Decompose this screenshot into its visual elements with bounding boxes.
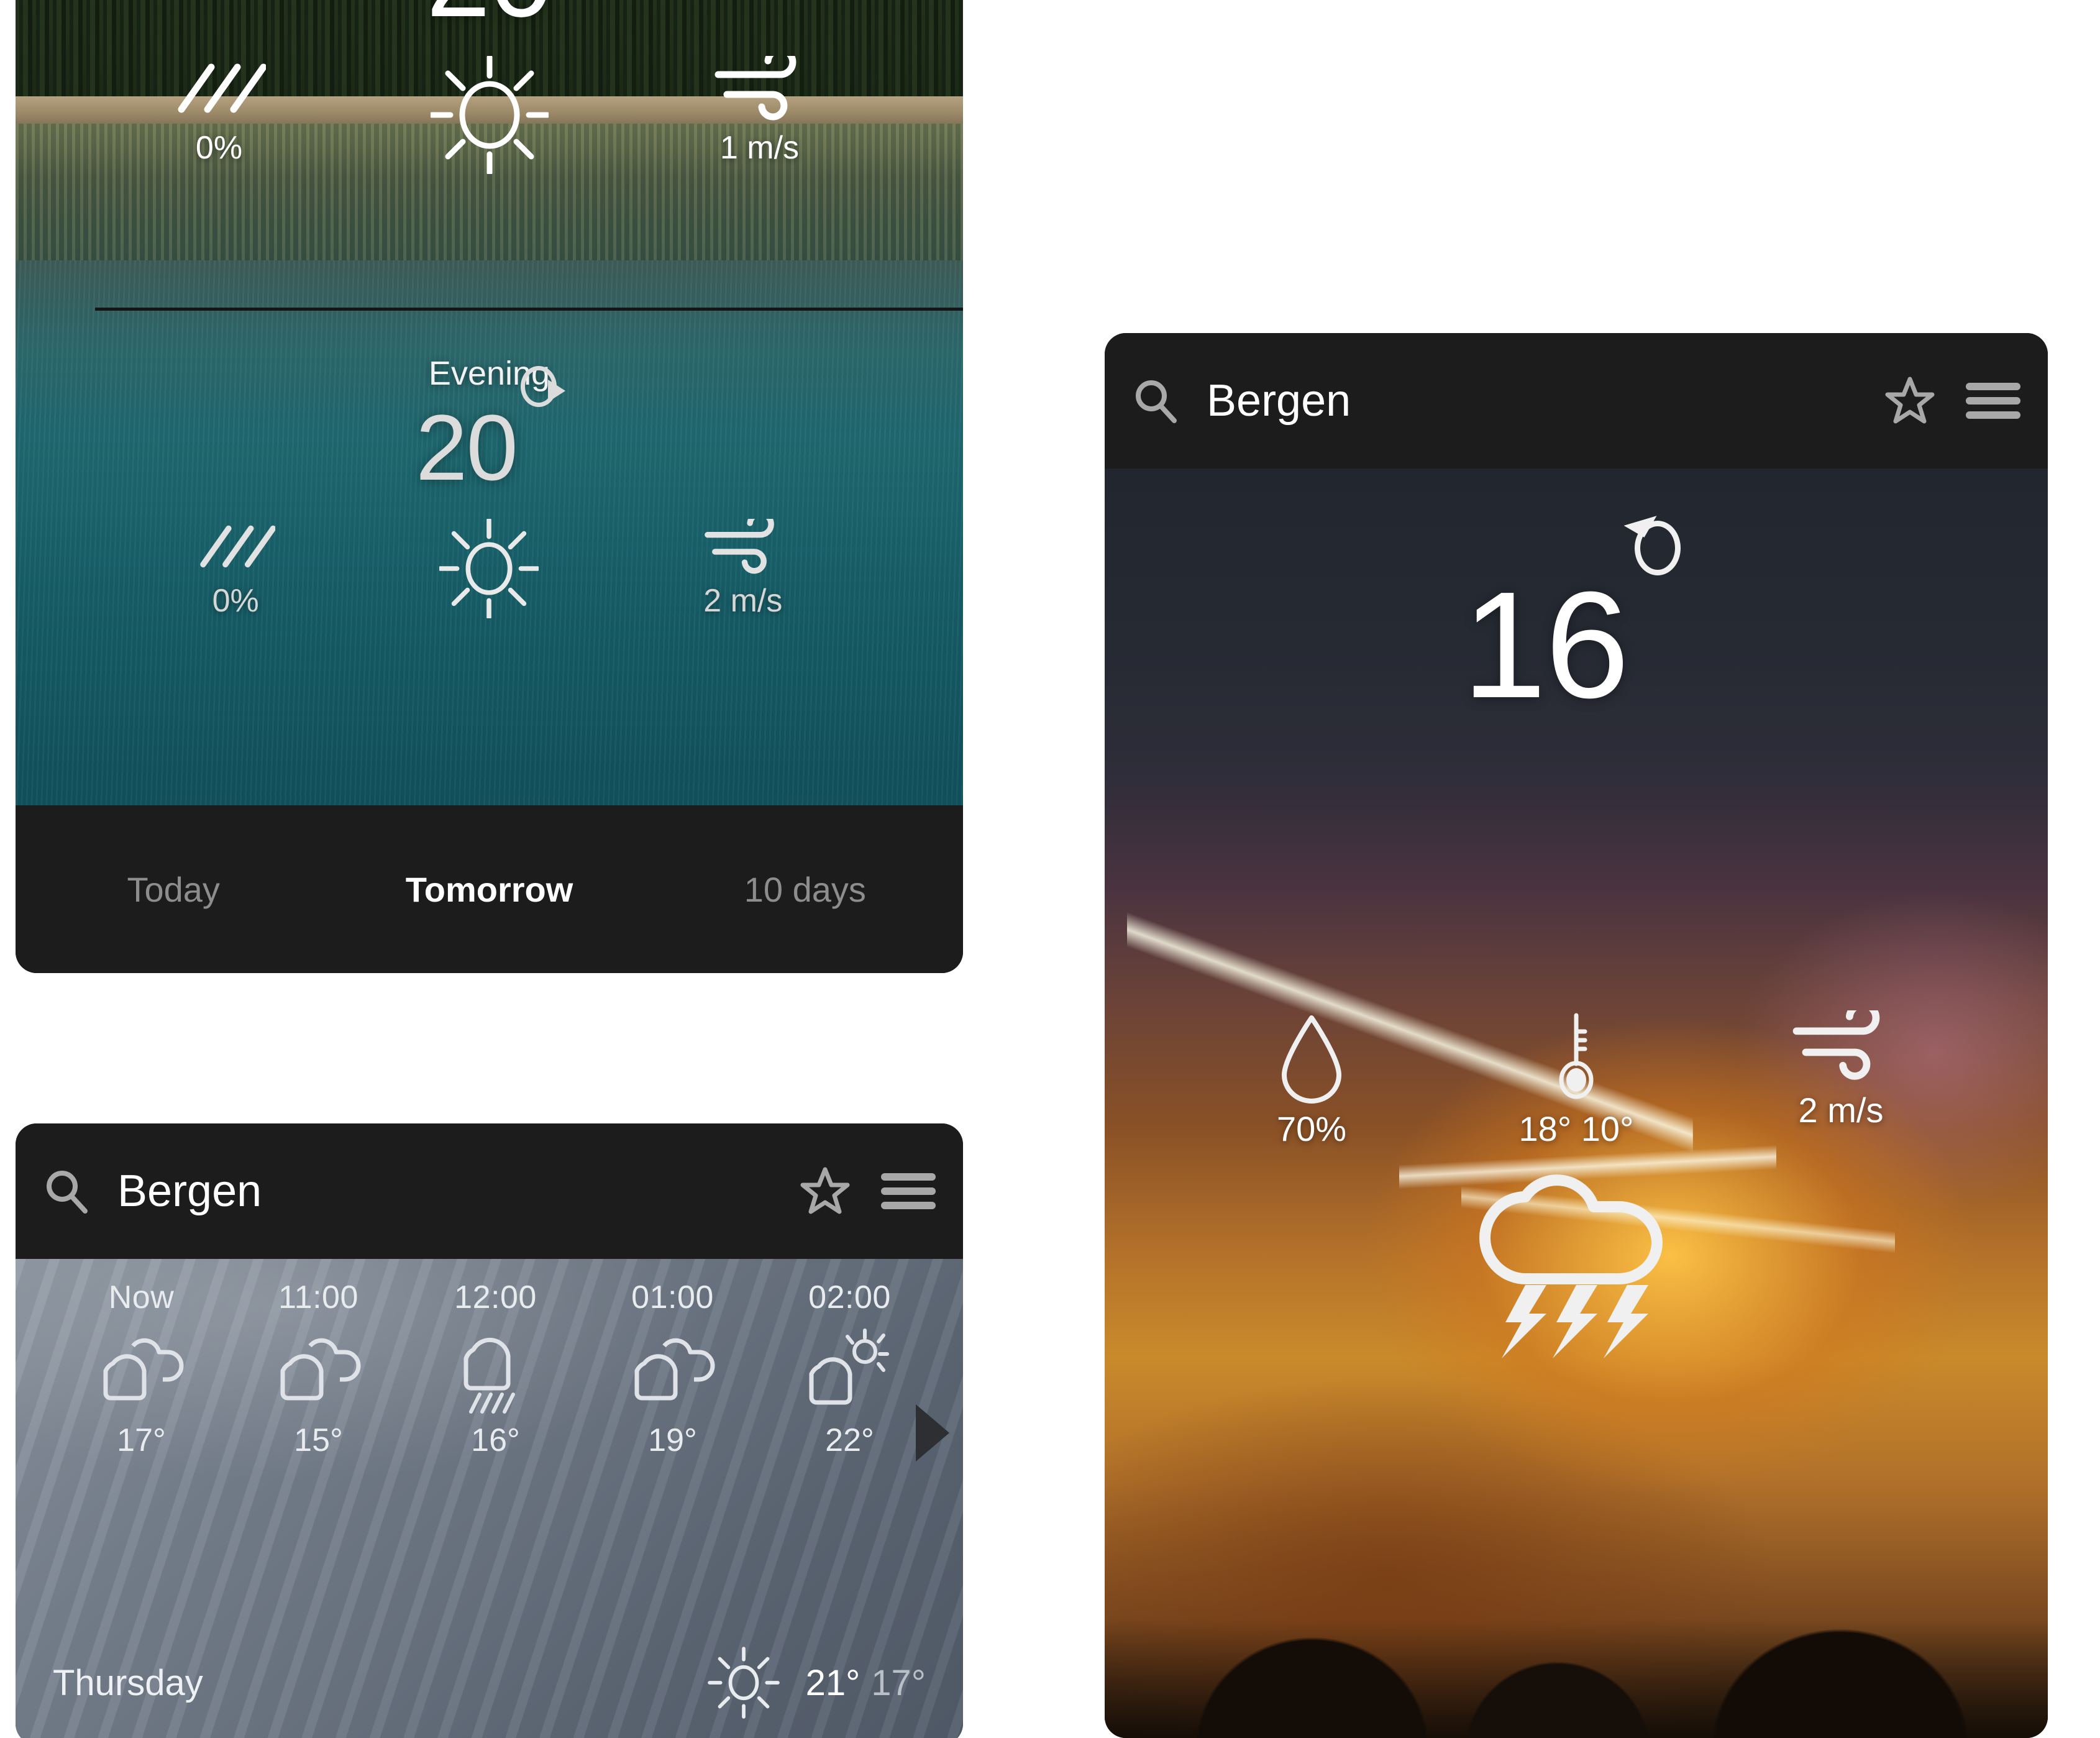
period-2-wind-value: 2 m/s [703,583,783,619]
tab-today[interactable]: Today [16,869,331,910]
sun-icon [430,56,549,174]
period-2-temperature: 20 [416,395,518,500]
sun-cloud-icon [800,1325,900,1418]
star-icon[interactable] [1885,376,1935,426]
partly-cloudy-icon [269,1325,368,1418]
play-triangle-icon[interactable] [916,1404,949,1461]
period-2-temperature-row: 20 [16,366,963,494]
period-1-precipitation-value: 0% [195,130,243,166]
hour-time: 01:00 [631,1279,714,1315]
water-drop-icon [1274,1010,1349,1104]
current-temperature-row: 16 [1105,504,2048,721]
period-1-temperature: 20 [426,0,554,41]
wind-icon [1791,1010,1891,1085]
period-1-condition [354,56,624,174]
hour-cell[interactable]: 01:00 19° [584,1279,761,1459]
period-2-condition [362,519,616,620]
period-1-temperature-row: 20 [16,0,963,35]
hour-cell[interactable]: 02:00 22° [761,1279,938,1459]
period-1-wind-value: 1 m/s [719,130,800,166]
day-low: 17° [871,1662,926,1703]
hamburger-menu-icon[interactable] [1966,380,2020,421]
partly-cloudy-icon [623,1325,723,1418]
hourly-card-header: Bergen [16,1123,963,1259]
forecast-tabbar: Today Tomorrow 10 days [16,805,963,973]
period-1-wind: 1 m/s [624,56,895,174]
current-temperature: 16 [1462,560,1629,730]
hour-cell[interactable]: 12:00 16° [407,1279,584,1459]
wind-icon [713,56,806,124]
sun-icon [439,519,539,618]
hour-cell[interactable]: 11:00 15° [230,1279,407,1459]
period-2-wind: 2 m/s [616,519,870,620]
current-weather-card: Bergen 16 70% 18° 10° 2 m/s [1105,333,2048,1738]
rain-slashes-icon [173,56,266,124]
city-name: Bergen [1207,376,1351,426]
temperature-range-metric: 18° 10° [1444,1010,1709,1149]
screen: 20 0% [0,0,2100,1738]
hour-temperature: 15° [294,1422,343,1458]
daily-row[interactable]: Thursday 21° 17° [16,1621,963,1738]
section-divider [95,308,963,311]
tomorrow-forecast-card: 20 0% [16,0,963,973]
hour-time: Now [108,1279,175,1315]
rain-cloud-icon [446,1325,546,1418]
thunderstorm-cloud-icon [1452,1153,1701,1358]
period-1-metrics: 0% 1 m/s [16,56,963,174]
tab-10-days[interactable]: 10 days [647,869,963,910]
day-name: Thursday [53,1662,203,1703]
period-2-precipitation-value: 0% [212,583,259,619]
period-2-label-row: Evening [16,354,963,393]
humidity-metric: 70% [1179,1010,1444,1149]
thermometer-icon [1545,1010,1607,1104]
wind-value: 2 m/s [1798,1091,1884,1130]
hour-cell[interactable]: Now 17° [53,1279,230,1459]
tree-silhouette-layer [1105,1539,2048,1738]
period-2-precipitation: 0% [109,519,362,620]
hour-time: 02:00 [808,1279,891,1315]
rain-slashes-icon [196,519,276,577]
hour-temperature: 16° [471,1422,520,1458]
hamburger-menu-icon[interactable] [881,1171,936,1212]
wind-metric: 2 m/s [1709,1010,1973,1149]
hour-temperature: 17° [117,1422,166,1458]
period-2-metrics: 0% 2 m/s [16,519,963,620]
city-name: Bergen [117,1166,262,1216]
hour-time: 12:00 [454,1279,537,1315]
hour-temperature: 19° [648,1422,697,1458]
humidity-value: 70% [1276,1109,1347,1148]
current-metrics: 70% 18° 10° 2 m/s [1105,1010,2048,1149]
current-card-header: Bergen [1105,333,2048,469]
current-condition-row [1105,1153,2048,1361]
day-high: 21° [805,1662,861,1703]
hourly-strip[interactable]: Now 17° 11:00 15° 12:00 16° 01:00 19° 02… [16,1279,963,1459]
wind-icon [703,519,783,577]
hour-temperature: 22° [825,1422,874,1458]
hour-time: 11:00 [278,1279,358,1315]
hourly-forecast-card: Bergen Now 17° 11:00 15° 12:00 16° 01:00… [16,1123,963,1738]
wind-direction-degree-icon [517,362,565,408]
search-icon[interactable] [43,1168,90,1215]
sun-icon [682,1645,806,1720]
period-1-precipitation: 0% [84,56,354,174]
partly-cloudy-icon [92,1325,191,1418]
temperature-range-value: 18° 10° [1518,1109,1634,1148]
star-icon[interactable] [800,1166,850,1216]
tab-tomorrow[interactable]: Tomorrow [331,869,647,910]
search-icon[interactable] [1132,377,1179,424]
wind-direction-degree-icon [1623,504,1691,577]
